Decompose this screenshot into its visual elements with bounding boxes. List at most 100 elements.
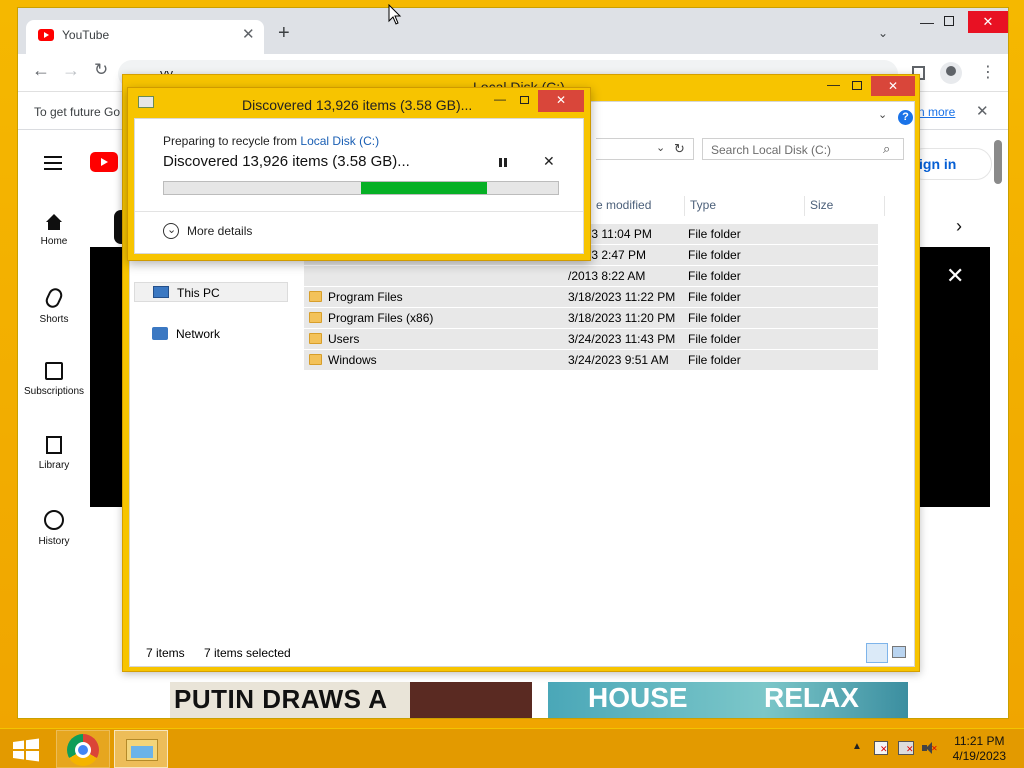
youtube-favicon-icon	[38, 29, 54, 41]
nav-item-label: Network	[176, 327, 221, 341]
action-center-flag-icon[interactable]: ✕	[874, 741, 888, 755]
menu-icon[interactable]	[44, 156, 62, 170]
chips-next-icon[interactable]: ›	[956, 216, 962, 237]
infobar-learn-more-link[interactable]: n more	[918, 105, 955, 119]
subscriptions-icon	[45, 362, 63, 380]
row-date: 3/18/2023 11:20 PM	[568, 311, 676, 325]
folder-icon	[309, 312, 322, 323]
system-clock[interactable]: 11:21 PM 4/19/2023	[953, 734, 1006, 764]
sidebar-item-label: Subscriptions	[23, 386, 85, 397]
profile-avatar[interactable]	[940, 62, 962, 84]
table-row[interactable]: /2013 8:22 AM File folder	[304, 266, 878, 287]
nav-item-this-pc[interactable]: This PC	[134, 282, 288, 302]
column-type[interactable]: Type	[690, 198, 716, 212]
sidebar-item-label: History	[38, 536, 70, 547]
dialog-maximize-icon[interactable]	[520, 96, 529, 104]
close-tab-icon[interactable]: ✕	[242, 25, 255, 43]
video-thumbnail-1[interactable]: PUTIN DRAWS A	[170, 682, 532, 718]
row-type: File folder	[688, 227, 741, 241]
sidebar-item-shorts[interactable]: Shorts	[18, 285, 90, 325]
row-type: File folder	[688, 248, 741, 262]
mouse-cursor-icon	[388, 4, 402, 25]
tab-title: YouTube	[62, 28, 110, 42]
sidebar-item-home[interactable]: Home	[18, 214, 90, 247]
maximize-chrome-icon[interactable]	[944, 16, 954, 26]
chrome-icon	[67, 734, 99, 766]
home-icon	[46, 214, 62, 230]
thumbnail-caption: HOUSE	[588, 682, 688, 713]
sidebar-item-subscriptions[interactable]: Subscriptions	[18, 362, 90, 397]
thumbnail-caption: PUTIN DRAWS A	[174, 684, 388, 714]
table-row[interactable]: Program Files (x86) 3/18/2023 11:20 PM F…	[304, 308, 878, 329]
youtube-logo-icon[interactable]	[90, 152, 118, 172]
details-view-icon[interactable]	[866, 643, 888, 663]
status-item-count: 7 items	[146, 646, 185, 660]
minimize-chrome-icon[interactable]: —	[920, 14, 934, 30]
taskbar-chrome-button[interactable]	[56, 730, 110, 768]
progress-bar	[163, 181, 559, 195]
cancel-icon[interactable]: ✕	[543, 153, 555, 170]
infobar-close-icon[interactable]: ✕	[976, 102, 989, 120]
explorer-close-button[interactable]: ✕	[871, 76, 915, 96]
folder-icon	[309, 333, 322, 344]
taskbar-explorer-button[interactable]	[114, 730, 168, 768]
progress-heading: Discovered 13,926 items (3.58 GB)...	[163, 153, 410, 170]
new-tab-icon[interactable]: +	[278, 22, 290, 45]
large-icons-view-icon[interactable]	[892, 646, 906, 658]
explorer-minimize-icon[interactable]: —	[827, 77, 840, 92]
row-name: Users	[328, 332, 360, 346]
player-close-icon[interactable]: ✕	[946, 263, 964, 289]
table-row[interactable]: Program Files 3/18/2023 11:22 PM File fo…	[304, 287, 878, 308]
nav-item-network[interactable]: Network	[134, 324, 288, 344]
row-date: 3/24/2023 11:43 PM	[568, 332, 676, 346]
more-details-link[interactable]: More details	[187, 224, 252, 238]
forward-icon[interactable]: →	[62, 60, 80, 81]
sidebar-item-history[interactable]: History	[18, 510, 90, 547]
network-status-icon[interactable]: ✕	[898, 741, 914, 755]
sidebar-item-library[interactable]: Library	[18, 436, 90, 471]
back-icon[interactable]: ←	[32, 60, 50, 81]
table-row[interactable]: Users 3/24/2023 11:43 PM File folder	[304, 329, 878, 350]
chrome-menu-icon[interactable]: ⋮	[980, 62, 996, 82]
dialog-minimize-icon[interactable]: —	[494, 92, 506, 106]
sign-in-button[interactable]: ign in	[908, 148, 992, 180]
preparing-text: Preparing to recycle from	[163, 134, 298, 148]
source-link[interactable]: Local Disk (C:)	[300, 134, 379, 148]
row-type: File folder	[688, 311, 741, 325]
dialog-close-button[interactable]: ✕	[538, 90, 584, 112]
clock-date: 4/19/2023	[952, 749, 1006, 763]
sidebar-item-label: Library	[38, 460, 70, 471]
history-icon	[44, 510, 64, 530]
thumbnail-image	[410, 682, 532, 718]
start-button[interactable]	[0, 730, 54, 768]
preparing-line: Preparing to recycle from Local Disk (C:…	[163, 134, 379, 148]
close-chrome-button[interactable]: ✕	[968, 11, 1008, 33]
expand-details-icon[interactable]: ⌄	[163, 223, 179, 239]
reload-icon[interactable]: ↻	[94, 60, 108, 80]
network-icon	[152, 327, 168, 340]
table-row[interactable]: Windows 3/24/2023 9:51 AM File folder	[304, 350, 878, 371]
volume-muted-icon[interactable]: ✕	[922, 741, 938, 755]
row-type: File folder	[688, 332, 741, 346]
progress-fill	[361, 182, 488, 194]
explorer-maximize-icon[interactable]	[852, 81, 862, 90]
status-bar: 7 items 7 items selected	[130, 642, 916, 666]
row-name: Program Files	[328, 290, 403, 304]
column-divider[interactable]	[804, 196, 805, 216]
column-size[interactable]: Size	[810, 198, 833, 212]
column-divider[interactable]	[684, 196, 685, 216]
page-scrollbar[interactable]	[994, 140, 1002, 184]
windows-logo-icon	[13, 738, 39, 762]
show-hidden-icons-icon[interactable]: ▲	[852, 741, 862, 752]
row-name: Windows	[328, 353, 377, 367]
tab-search-chevron-icon[interactable]: ⌄	[878, 26, 888, 40]
row-date: /2013 8:22 AM	[568, 269, 646, 283]
column-divider[interactable]	[884, 196, 885, 216]
column-date-modified[interactable]: e modified	[596, 198, 651, 212]
pause-button[interactable]	[499, 158, 507, 168]
video-thumbnail-2[interactable]: HOUSE RELAX	[548, 682, 908, 718]
row-type: File folder	[688, 353, 741, 367]
status-selected-count: 7 items selected	[204, 646, 291, 660]
tab-youtube[interactable]: YouTube ✕	[26, 20, 264, 54]
navigation-pane: This PC Network	[130, 222, 300, 622]
